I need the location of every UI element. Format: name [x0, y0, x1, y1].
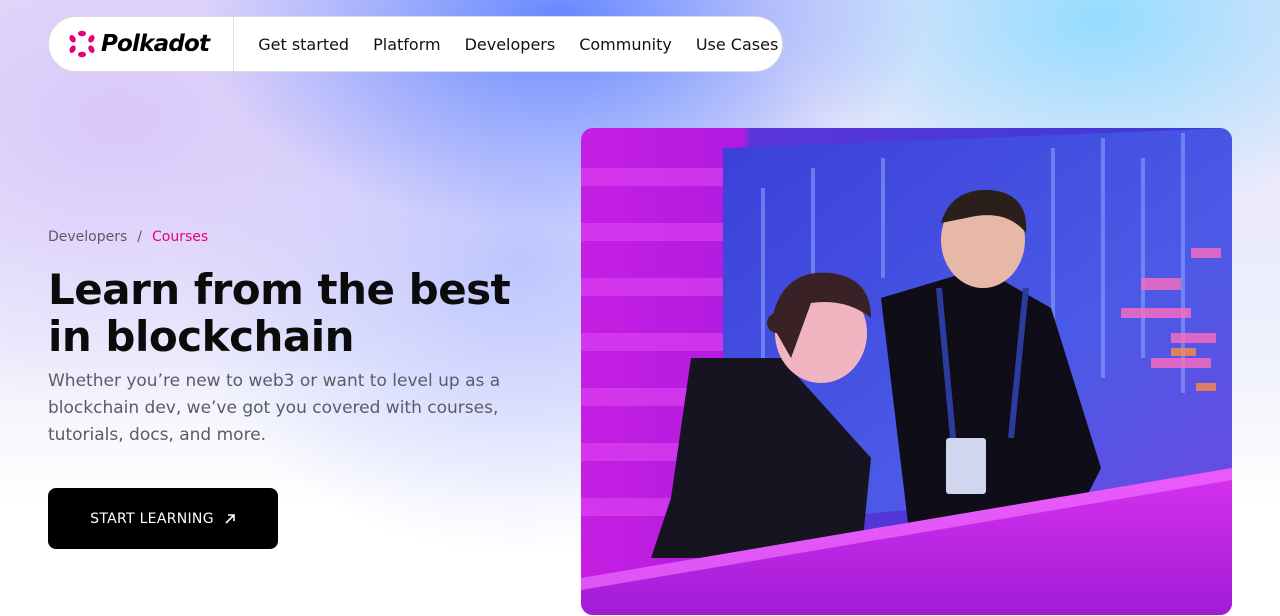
breadcrumb-current: Courses: [152, 229, 209, 245]
page-subtitle: Whether you’re new to web3 or want to le…: [48, 371, 501, 445]
breadcrumb-developers[interactable]: Developers: [48, 229, 127, 245]
brand-logo-link[interactable]: Polkadot: [49, 17, 235, 71]
start-learning-button[interactable]: START LEARNING: [48, 488, 278, 549]
start-learning-label: START LEARNING: [90, 510, 214, 527]
page-title: Learn from the best in blockchain: [48, 265, 511, 361]
breadcrumb-separator: /: [137, 229, 143, 245]
nav-item-get-started[interactable]: Get started: [258, 35, 349, 54]
page: Polkadot Get started Platform Developers…: [0, 0, 1280, 616]
brand-name: Polkadot: [101, 31, 210, 57]
hero-photo: [581, 128, 1232, 615]
nav-item-platform[interactable]: Platform: [373, 35, 440, 54]
arrow-up-right-icon: [225, 513, 235, 524]
nav-item-developers[interactable]: Developers: [465, 35, 556, 54]
polkadot-logo-icon: [69, 30, 95, 58]
hero-image: [581, 128, 1232, 615]
nav-item-community[interactable]: Community: [579, 35, 672, 54]
breadcrumb: Developers / Courses: [48, 229, 208, 245]
top-nav: Polkadot Get started Platform Developers…: [48, 16, 783, 72]
nav-item-use-cases[interactable]: Use Cases: [696, 35, 778, 54]
nav-links: Get started Platform Developers Communit…: [234, 35, 778, 54]
